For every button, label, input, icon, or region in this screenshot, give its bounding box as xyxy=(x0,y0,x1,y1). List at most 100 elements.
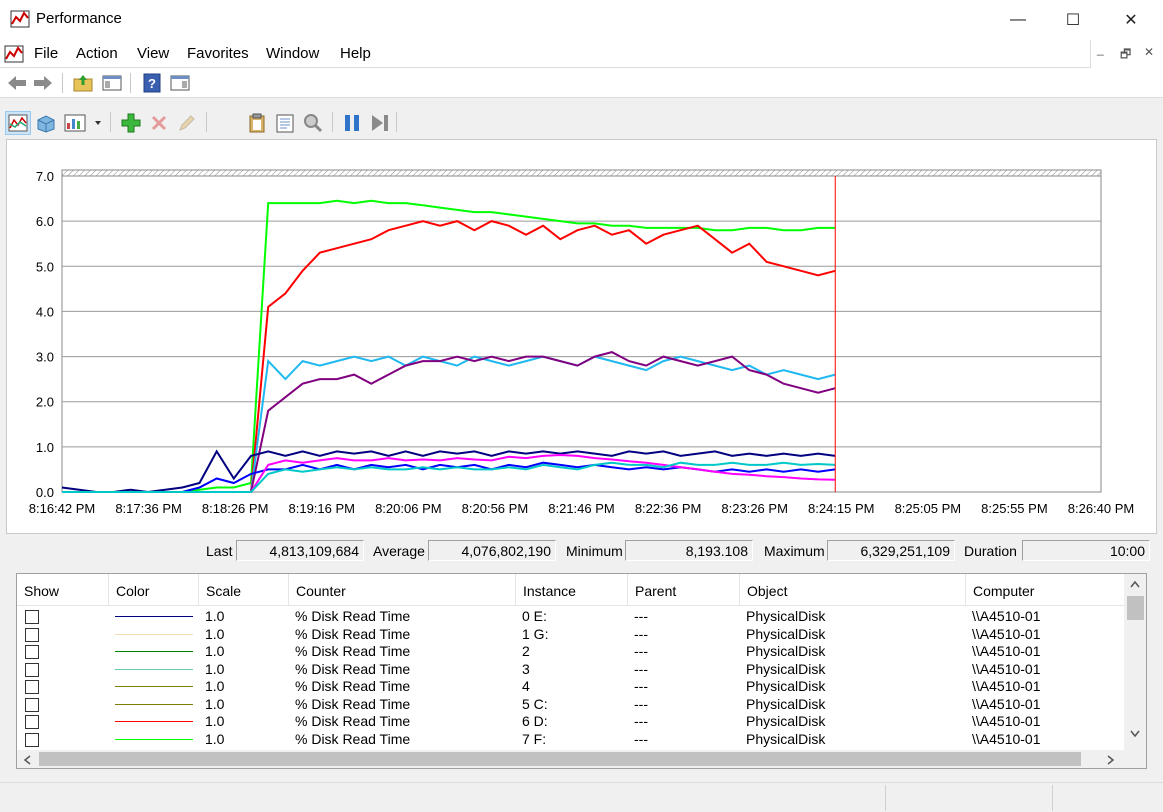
col-counter[interactable]: Counter xyxy=(289,574,516,605)
copy-properties-button[interactable] xyxy=(246,112,268,134)
scroll-up-icon[interactable] xyxy=(1130,580,1140,588)
scroll-right-icon[interactable] xyxy=(1107,755,1115,765)
legend-row[interactable]: 1.0 % Disk Read Time 7 F: --- PhysicalDisk \\… xyxy=(17,731,1124,749)
y-tick-label: 3.0 xyxy=(36,350,54,365)
instance-cell: 4 xyxy=(522,678,530,694)
scroll-left-icon[interactable] xyxy=(23,755,31,765)
view-histogram-button[interactable] xyxy=(35,112,57,134)
menu-favorites[interactable]: Favorites xyxy=(187,45,249,62)
scale-cell: 1.0 xyxy=(205,730,225,747)
col-parent[interactable]: Parent xyxy=(628,574,740,605)
show-checkbox[interactable] xyxy=(25,645,39,659)
up-one-level-button[interactable] xyxy=(72,72,94,94)
object-cell: PhysicalDisk xyxy=(746,660,826,677)
delete-counter-button[interactable] xyxy=(148,112,170,134)
show-checkbox[interactable] xyxy=(25,732,39,747)
horizontal-scrollbar[interactable] xyxy=(17,750,1146,768)
mdi-minimize-button[interactable]: _ xyxy=(1097,42,1104,56)
menu-view[interactable]: View xyxy=(137,45,169,62)
show-checkbox[interactable] xyxy=(25,715,39,729)
minimum-value: 8,193.108 xyxy=(625,540,753,561)
instance-cell: 2 xyxy=(522,643,530,659)
mdi-restore-button[interactable]: 🗗 xyxy=(1120,45,1131,66)
col-computer[interactable]: Computer xyxy=(966,574,1124,605)
show-checkbox[interactable] xyxy=(25,697,39,712)
minimize-button[interactable]: — xyxy=(995,0,1041,40)
view-graph-button[interactable] xyxy=(5,111,31,135)
instance-cell: 1 G: xyxy=(522,625,549,642)
counter-cell: % Disk Read Time xyxy=(295,608,411,624)
instance-cell: 5 C: xyxy=(522,695,548,712)
mdi-controls: _ 🗗 ✕ xyxy=(1090,40,1163,68)
paste-counter-list-button[interactable] xyxy=(274,112,296,134)
col-object[interactable]: Object xyxy=(740,574,966,605)
col-color[interactable]: Color xyxy=(109,574,199,605)
back-button[interactable] xyxy=(6,72,28,94)
highlight-button[interactable] xyxy=(176,112,198,134)
parent-cell: --- xyxy=(634,678,648,694)
pencil-icon xyxy=(179,115,195,131)
toolbar-separator xyxy=(332,112,333,132)
freeze-display-button[interactable] xyxy=(341,112,363,134)
zoom-button[interactable] xyxy=(302,112,324,134)
forward-button[interactable] xyxy=(32,72,54,94)
last-value: 4,813,109,684 xyxy=(236,540,364,561)
mdi-close-button[interactable]: ✕ xyxy=(1144,45,1154,59)
change-graph-type-dropdown[interactable] xyxy=(92,112,104,134)
show-checkbox[interactable] xyxy=(25,627,39,642)
computer-cell: \\A4510-01 xyxy=(972,695,1041,712)
legend-row[interactable]: 1.0 % Disk Read Time 4 --- PhysicalDisk \\A45… xyxy=(17,678,1124,696)
legend-row[interactable]: 1.0 % Disk Read Time 6 D: --- PhysicalDisk \\… xyxy=(17,713,1124,731)
console-toolbar: ? xyxy=(0,68,1163,98)
color-swatch xyxy=(115,616,193,617)
object-cell: PhysicalDisk xyxy=(746,608,826,624)
scale-cell: 1.0 xyxy=(205,608,225,624)
show-hide-console-tree-button[interactable] xyxy=(101,72,123,94)
close-button[interactable]: ✕ xyxy=(1108,0,1154,40)
view-report-button[interactable] xyxy=(64,112,86,134)
y-tick-label: 2.0 xyxy=(36,395,54,410)
show-hide-action-pane-button[interactable] xyxy=(169,72,191,94)
menu-bar: File Action View Favorites Window Help xyxy=(0,40,1163,68)
add-counter-button[interactable] xyxy=(120,112,142,134)
help-button[interactable]: ? xyxy=(141,72,163,94)
menu-action[interactable]: Action xyxy=(76,45,118,62)
legend-row[interactable]: 1.0 % Disk Read Time 3 --- PhysicalDisk \\A45… xyxy=(17,661,1124,679)
minimize-icon: — xyxy=(1010,11,1026,28)
show-checkbox[interactable] xyxy=(25,680,39,694)
instance-cell: 6 D: xyxy=(522,713,548,729)
col-scale[interactable]: Scale xyxy=(199,574,289,605)
x-tick-label: 8:18:26 PM xyxy=(202,501,269,516)
delete-icon xyxy=(151,115,167,131)
counter-cell: % Disk Read Time xyxy=(295,713,411,729)
menu-file[interactable]: File xyxy=(34,45,58,62)
show-checkbox[interactable] xyxy=(25,662,39,677)
legend-row[interactable]: 1.0 % Disk Read Time 1 G: --- PhysicalDisk \\… xyxy=(17,626,1124,644)
performance-graph[interactable]: 7.0 6.0 5.0 4.0 3.0 2.0 1.0 0.0 8:16:42 PM 8:17:3… xyxy=(6,139,1157,534)
system-menu-icon[interactable] xyxy=(4,44,24,64)
update-data-button[interactable] xyxy=(369,112,391,134)
computer-cell: \\A4510-01 xyxy=(972,608,1041,624)
duration-value: 10:00 xyxy=(1022,540,1150,561)
legend-row[interactable]: 1.0 % Disk Read Time 2 --- PhysicalDisk \\A45… xyxy=(17,643,1124,661)
computer-cell: \\A4510-01 xyxy=(972,625,1041,642)
counter-cell: % Disk Read Time xyxy=(295,643,411,659)
legend-row[interactable]: 1.0 % Disk Read Time 5 C: --- PhysicalDisk \\… xyxy=(17,696,1124,714)
maximize-button[interactable]: ☐ xyxy=(1050,0,1096,40)
col-instance[interactable]: Instance xyxy=(516,574,628,605)
menu-window[interactable]: Window xyxy=(266,45,319,62)
scale-cell: 1.0 xyxy=(205,625,225,642)
horizontal-scroll-thumb[interactable] xyxy=(39,752,1081,766)
svg-text:?: ? xyxy=(148,76,156,91)
line-chart[interactable]: 7.0 6.0 5.0 4.0 3.0 2.0 1.0 0.08:16:42 PM 8:17:3… xyxy=(7,140,1156,533)
vertical-scroll-thumb[interactable] xyxy=(1127,596,1144,620)
legend-row[interactable]: 1.0 % Disk Read Time 0 E: --- PhysicalDisk \\… xyxy=(17,608,1124,626)
x-tick-label: 8:23:26 PM xyxy=(721,501,788,516)
show-checkbox[interactable] xyxy=(25,610,39,624)
vertical-scrollbar[interactable] xyxy=(1124,574,1146,750)
col-show[interactable]: Show xyxy=(17,574,109,605)
menu-help[interactable]: Help xyxy=(340,45,371,62)
scroll-down-icon[interactable] xyxy=(1130,730,1140,738)
toolbar-separator xyxy=(396,112,397,132)
magnifier-icon xyxy=(304,114,323,133)
